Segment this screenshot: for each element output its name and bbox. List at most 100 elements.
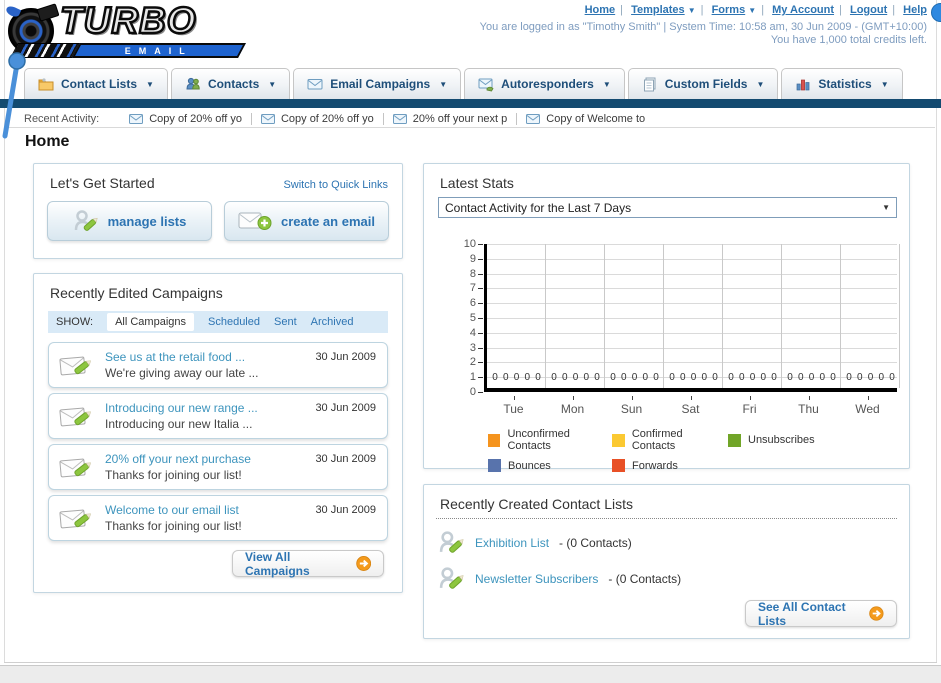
bar-value-label: 0 bbox=[787, 372, 793, 383]
tab-label: Autoresponders bbox=[501, 77, 594, 91]
y-axis-tick-mark bbox=[478, 362, 483, 364]
campaign-row[interactable]: 20% off your next purchase Thanks for jo… bbox=[48, 444, 388, 490]
campaign-subtitle: Thanks for joining our list! bbox=[105, 519, 242, 533]
recent-activity-item[interactable]: Copy of 20% off yo bbox=[129, 113, 242, 125]
envelope-pencil-icon bbox=[59, 407, 91, 427]
envelope-arrow-icon bbox=[478, 78, 494, 92]
panel-title: Recently Edited Campaigns bbox=[50, 285, 223, 301]
tab-contacts[interactable]: Contacts ▼ bbox=[170, 68, 291, 99]
campaign-subtitle: Introducing our new Italia ... bbox=[105, 417, 253, 431]
see-all-contact-lists-button[interactable]: See All Contact Lists bbox=[745, 600, 897, 628]
recently-edited-campaigns-panel: Recently Edited Campaigns SHOW: All Camp… bbox=[33, 273, 403, 593]
bar-value-label: 0 bbox=[631, 372, 638, 383]
nav-link-home[interactable]: Home bbox=[585, 4, 616, 16]
logo-speed-stripes bbox=[10, 43, 80, 58]
tab-custom-fields[interactable]: Custom Fields ▼ bbox=[627, 68, 779, 99]
divider bbox=[6, 127, 935, 128]
legend-item: Bounces bbox=[488, 459, 612, 472]
y-axis-tick-label: 6 bbox=[469, 297, 476, 310]
filter-archived[interactable]: Archived bbox=[311, 316, 354, 328]
y-axis-tick-label: 4 bbox=[469, 326, 476, 339]
legend-item: Unconfirmed Contacts bbox=[488, 428, 612, 452]
login-status-text: You are logged in as "Timothy Smith" | S… bbox=[479, 21, 927, 33]
y-axis-tick-label: 8 bbox=[469, 267, 476, 280]
tab-email-campaigns[interactable]: Email Campaigns ▼ bbox=[293, 68, 462, 99]
bar-value-label: 0 bbox=[572, 372, 579, 383]
nav-link-logout[interactable]: Logout bbox=[850, 4, 887, 16]
switch-to-quick-links[interactable]: Switch to Quick Links bbox=[283, 179, 388, 191]
bar-value-label: 0 bbox=[749, 372, 756, 383]
nav-link-templates[interactable]: Templates bbox=[631, 4, 685, 16]
campaign-row[interactable]: Introducing our new range ... Introducin… bbox=[48, 393, 388, 439]
legend-swatch bbox=[612, 459, 625, 472]
stats-period-select[interactable]: Contact Activity for the Last 7 Days ▼ bbox=[438, 197, 897, 218]
y-axis-tick-label: 9 bbox=[469, 252, 476, 265]
logo-email-banner: EMAIL bbox=[72, 43, 246, 58]
contact-list-link[interactable]: Newsletter Subscribers bbox=[475, 572, 598, 586]
campaign-row[interactable]: Welcome to our email list Thanks for joi… bbox=[48, 495, 388, 541]
bar-value-labels: 00000 bbox=[664, 372, 723, 383]
people-icon bbox=[186, 77, 200, 90]
container-bottom-border bbox=[4, 662, 937, 663]
envelope-icon bbox=[260, 113, 275, 124]
bar-value-labels: 00000 bbox=[723, 372, 782, 383]
bar-value-label: 0 bbox=[771, 372, 777, 383]
y-axis-tick-mark bbox=[478, 392, 483, 393]
bar-value-label: 0 bbox=[690, 372, 697, 383]
campaign-date: 30 Jun 2009 bbox=[315, 453, 376, 465]
view-all-campaigns-button[interactable]: View All Campaigns bbox=[232, 550, 384, 578]
y-axis-tick-label: 10 bbox=[463, 238, 476, 250]
chevron-down-icon: ▼ bbox=[880, 79, 889, 89]
campaign-date: 30 Jun 2009 bbox=[315, 402, 376, 414]
nav-separator: | bbox=[700, 4, 704, 16]
pages-icon bbox=[643, 77, 656, 92]
campaign-row[interactable]: See us at the retail food ... We're givi… bbox=[48, 342, 388, 388]
bar-value-label: 0 bbox=[583, 372, 589, 383]
horizontal-gridline bbox=[487, 347, 897, 349]
person-pencil-icon bbox=[74, 210, 98, 231]
folder-icon bbox=[38, 78, 54, 91]
tab-statistics[interactable]: Statistics ▼ bbox=[781, 68, 903, 99]
y-axis-tick-mark bbox=[478, 318, 483, 319]
chevron-down-icon[interactable]: ▼ bbox=[748, 6, 756, 15]
y-axis-tick-label: 1 bbox=[469, 371, 476, 384]
manage-lists-button[interactable]: manage lists bbox=[47, 201, 212, 241]
contact-list-row[interactable]: Exhibition List - (0 Contacts) bbox=[438, 529, 632, 556]
filter-scheduled[interactable]: Scheduled bbox=[208, 316, 260, 328]
nav-link-forms[interactable]: Forms bbox=[712, 4, 746, 16]
tab-label: Custom Fields bbox=[664, 77, 748, 91]
bar-value-labels: 00000 bbox=[546, 372, 605, 383]
show-label: SHOW: bbox=[56, 316, 94, 328]
vertical-gridline bbox=[781, 244, 782, 388]
create-an-email-button[interactable]: create an email bbox=[224, 201, 389, 241]
vertical-gridline bbox=[545, 244, 546, 388]
horizontal-gridline bbox=[487, 303, 897, 305]
recent-activity-item[interactable]: 20% off your next p bbox=[392, 113, 507, 125]
filter-all-campaigns[interactable]: All Campaigns bbox=[107, 313, 194, 331]
contact-list-link[interactable]: Exhibition List bbox=[475, 536, 549, 550]
logo-email-text: EMAIL bbox=[125, 45, 193, 56]
envelope-pencil-icon bbox=[59, 509, 91, 529]
horizontal-gridline bbox=[487, 273, 897, 275]
divider bbox=[250, 112, 252, 125]
chevron-down-icon[interactable]: ▼ bbox=[688, 6, 696, 15]
bar-value-labels: 00000 bbox=[487, 372, 546, 383]
bar-value-labels: 00000 bbox=[782, 372, 841, 383]
help-balloon-icon[interactable] bbox=[931, 3, 941, 22]
panel-title: Let's Get Started bbox=[50, 175, 155, 191]
contact-list-count: - (0 Contacts) bbox=[559, 535, 632, 550]
recent-activity-item[interactable]: Copy of 20% off yo bbox=[260, 113, 374, 125]
tab-contact-lists[interactable]: Contact Lists ▼ bbox=[24, 68, 168, 99]
contact-list-count: - (0 Contacts) bbox=[608, 571, 682, 586]
recent-activity-item[interactable]: Copy of Welcome to bbox=[526, 113, 645, 125]
contact-list-row[interactable]: Newsletter Subscribers - (0 Contacts) bbox=[438, 565, 681, 592]
tab-autoresponders[interactable]: Autoresponders ▼ bbox=[464, 68, 625, 99]
nav-link-help[interactable]: Help bbox=[903, 4, 927, 16]
stats-period-value: Contact Activity for the Last 7 Days bbox=[445, 200, 632, 215]
filter-sent[interactable]: Sent bbox=[274, 316, 297, 328]
nav-link-my-account[interactable]: My Account bbox=[772, 4, 834, 16]
x-axis-category-label: Wed bbox=[855, 402, 880, 416]
y-axis-tick-mark bbox=[478, 258, 483, 260]
chevron-down-icon: ▼ bbox=[268, 79, 277, 89]
recent-activity-link: Copy of Welcome to bbox=[546, 112, 646, 125]
